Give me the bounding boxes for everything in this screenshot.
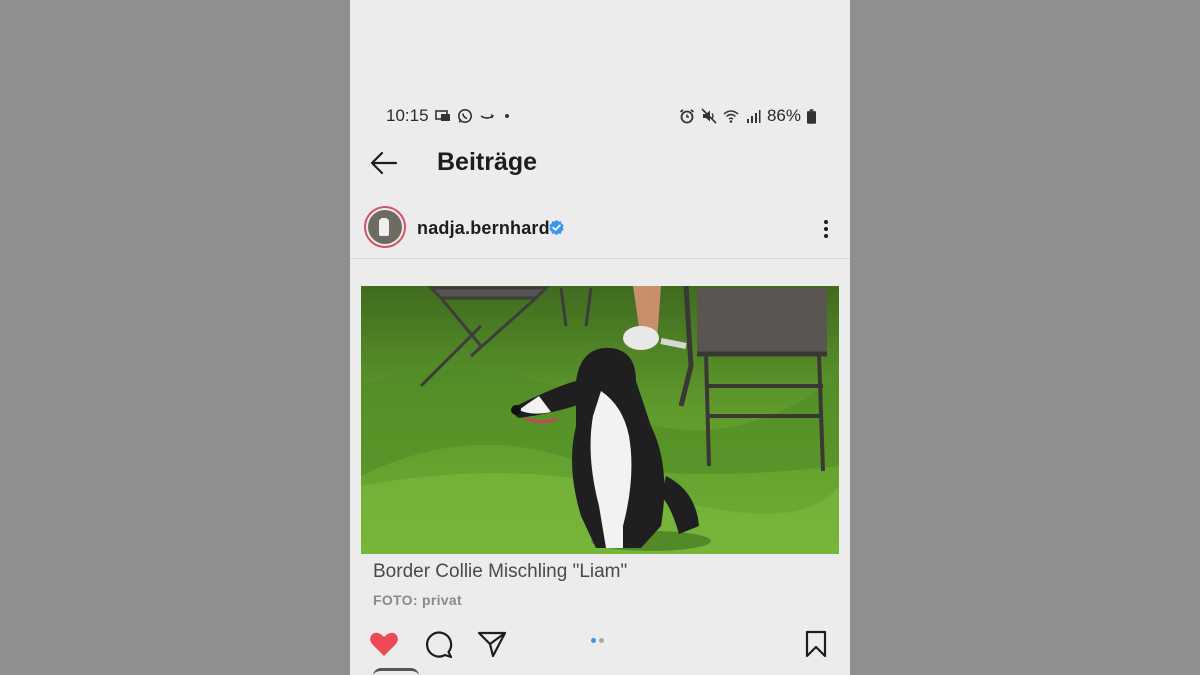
carousel-dot-active <box>591 638 596 643</box>
status-time: 10:15 <box>386 106 429 125</box>
page-title: Beiträge <box>437 148 538 176</box>
more-options-icon[interactable] <box>820 218 832 240</box>
post-actions <box>350 624 850 664</box>
carousel-dot <box>599 638 604 643</box>
mute-icon <box>701 108 717 124</box>
back-arrow-icon[interactable] <box>368 148 400 178</box>
post-image[interactable] <box>361 286 839 554</box>
battery-percent: 86% <box>766 106 801 125</box>
share-icon[interactable] <box>476 628 508 660</box>
carousel-indicator <box>591 638 604 643</box>
alarm-icon <box>679 109 695 124</box>
avatar[interactable] <box>364 206 406 248</box>
battery-icon <box>807 108 816 124</box>
verified-badge-icon <box>549 219 564 236</box>
bookmark-icon[interactable] <box>800 628 832 660</box>
signal-icon <box>746 110 761 123</box>
wifi-icon <box>723 110 739 123</box>
image-credit: FOTO: privat <box>373 592 462 608</box>
top-app-bar: Beiträge <box>350 140 850 186</box>
username[interactable]: nadja.bernhard <box>417 218 550 239</box>
message-icon <box>434 110 450 121</box>
status-bar: 10:15 86% <box>350 100 850 132</box>
whatsapp-icon <box>457 109 472 123</box>
notification-dot-icon <box>504 114 509 118</box>
phone-screen: 10:15 86% Beiträge nadja.bernhard Border… <box>350 0 850 675</box>
image-caption: Border Collie Mischling "Liam" <box>373 561 628 582</box>
comment-icon[interactable] <box>422 628 454 660</box>
amazon-icon <box>480 113 494 119</box>
likes-count-peek <box>373 668 419 675</box>
post-header: nadja.bernhard <box>350 200 850 259</box>
heart-icon[interactable] <box>368 628 400 660</box>
